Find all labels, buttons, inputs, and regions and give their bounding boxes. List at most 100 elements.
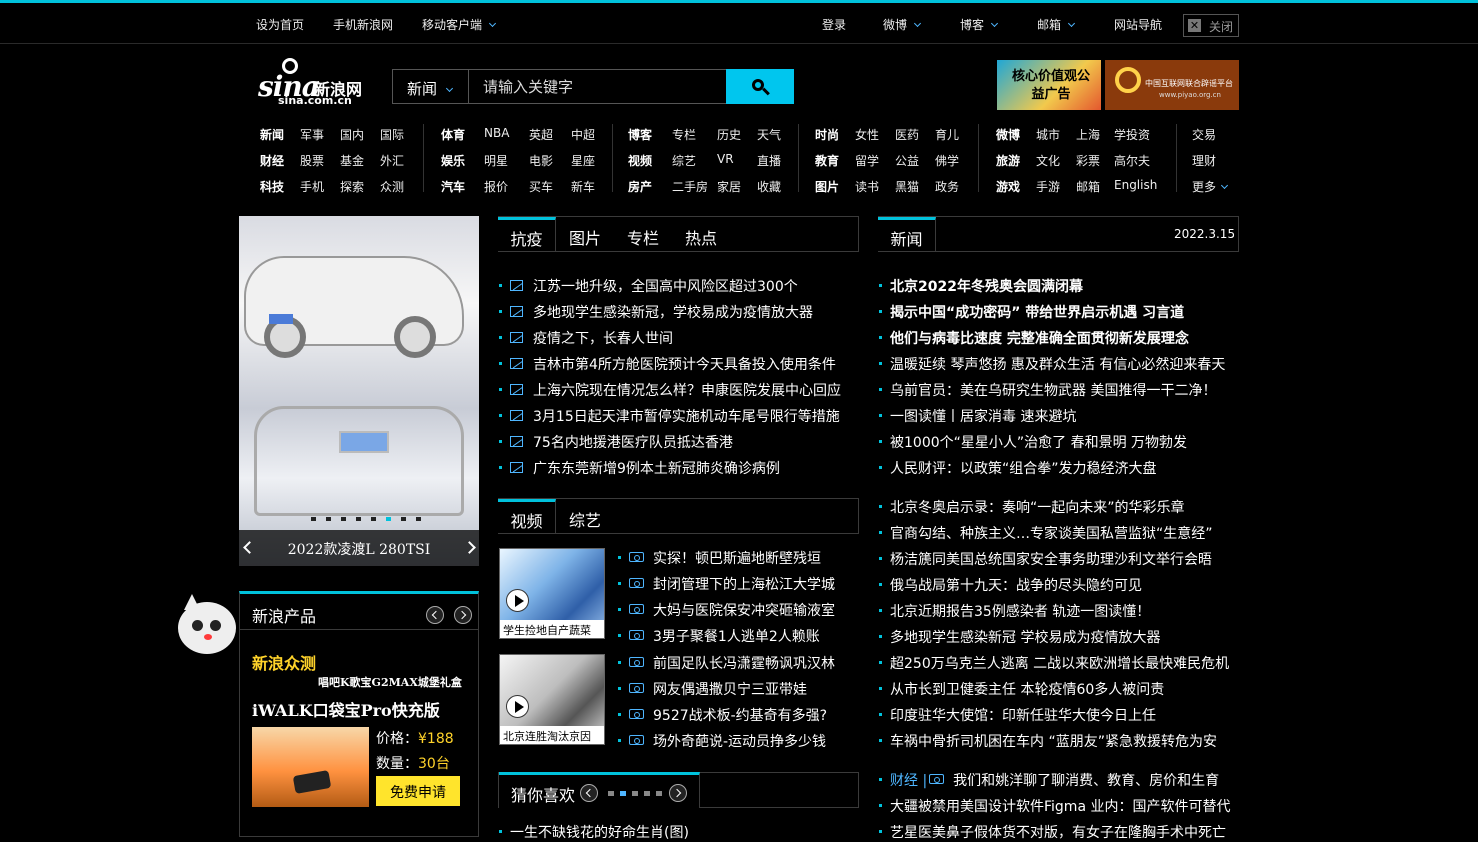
nav-link-4-0-0[interactable]: 微博 [996,126,1020,143]
nav-link-0-2-1[interactable]: 手机 [300,178,324,195]
product-image[interactable] [252,727,369,807]
nav-link-3-2-3[interactable]: 政务 [935,178,959,195]
nav-link-2-1-1[interactable]: 综艺 [672,152,696,169]
nav-link-2-0-0[interactable]: 博客 [628,126,652,143]
guess-dot[interactable] [656,791,662,796]
nav-link-1-0-2[interactable]: 英超 [529,126,553,143]
weibo-menu[interactable]: 微博 [883,16,922,33]
video-list-item[interactable]: 前国足队长冯潇霆畅讽巩汉林 [618,653,835,673]
nav-link-extra-2[interactable]: 更多 [1192,178,1229,195]
mail-menu[interactable]: 邮箱 [1037,16,1076,33]
news-item[interactable]: 从市长到卫健委主任 本轮疫情60多人被问责 [879,679,1164,699]
sina-logo[interactable]: sina 新浪网 sina.com.cn [258,58,370,108]
login-link[interactable]: 登录 [822,16,846,33]
nav-link-2-1-2[interactable]: VR [717,152,734,166]
nav-link-2-1-3[interactable]: 直播 [757,152,781,169]
mobile-client-menu[interactable]: 移动客户端 [422,16,497,33]
nav-link-3-2-2[interactable]: 黑猫 [895,178,919,195]
product-tag[interactable]: 唱吧K歌宝G2MAX城堡礼盒 [318,674,462,690]
video-list-item[interactable]: 实探！顿巴斯遍地断壁残垣 [618,548,821,568]
nav-link-4-2-2[interactable]: 邮箱 [1076,178,1100,195]
guess-dot[interactable] [620,791,626,796]
list-item[interactable]: 上海六院现在情况怎么样？申康医院发展中心回应 [499,380,841,400]
nav-link-3-1-2[interactable]: 公益 [895,152,919,169]
ad-banner-values[interactable]: 核心价值观公益广告 [997,60,1101,110]
nav-link-0-0-3[interactable]: 国际 [380,126,404,143]
news-item[interactable]: 一图读懂丨居家消毒 速来避坑 [879,406,1076,426]
news-item[interactable]: 揭示中国“成功密码” 带给世界启示机遇 习言道 [879,302,1184,322]
news-item[interactable]: 人民财评：以政策“组合拳”发力稳经济大盘 [879,458,1157,478]
nav-link-3-2-0[interactable]: 图片 [815,178,839,195]
nav-link-3-0-2[interactable]: 医药 [895,126,919,143]
list-item[interactable]: 疫情之下，长春人世间 [499,328,673,348]
news-item[interactable]: 他们与病毒比速度 完整准确全面贯彻新发展理念 [879,328,1189,348]
carousel-dot[interactable] [326,517,331,521]
site-nav-link[interactable]: 网站导航 [1114,16,1162,33]
carousel-dot[interactable] [311,517,316,521]
ad-banner-piyao[interactable]: 中国互联网联合辟谣平台 www.piyao.org.cn [1105,60,1239,110]
video-list-item[interactable]: 9527战术板-约基奇有多强? [618,705,827,725]
news-item[interactable]: 俄乌战局第十九天：战争的尽头隐约可见 [879,575,1142,595]
list-item[interactable]: 广东东莞新增9例本土新冠肺炎确诊病例 [499,458,780,478]
nav-link-4-0-1[interactable]: 城市 [1036,126,1060,143]
tab-hot[interactable]: 热点 [673,217,729,251]
prev-arrow-icon[interactable] [580,784,598,802]
nav-link-extra-0[interactable]: 交易 [1192,126,1216,143]
nav-link-4-2-0[interactable]: 游戏 [996,178,1020,195]
nav-link-1-1-2[interactable]: 电影 [529,152,553,169]
video-list-item[interactable]: 大妈与医院保安冲突砸输液室 [618,600,835,620]
finance-news-item[interactable]: 财经 | 我们和姚洋聊了聊消费、教育、房价和生育 [879,770,1219,790]
carousel-dot[interactable] [401,517,406,521]
nav-link-4-2-1[interactable]: 手游 [1036,178,1060,195]
nav-link-1-2-2[interactable]: 买车 [529,178,553,195]
news-item[interactable]: 温暖延续 琴声悠扬 惠及群众生活 有信心必然迎来春天 [879,354,1225,374]
product-name[interactable]: iWALK口袋宝Pro快充版 [252,697,440,721]
mobile-sina-link[interactable]: 手机新浪网 [333,16,393,33]
video-thumb-2[interactable]: 北京连胜淘汰京因 [499,654,605,745]
list-item[interactable]: 江苏一地升级，全国高中风险区超过300个 [499,276,798,296]
search-button[interactable] [726,69,794,104]
nav-link-0-1-0[interactable]: 财经 [260,152,284,169]
guess-dot[interactable] [644,791,650,796]
news-item[interactable]: 北京冬奥启示录：奏响“一起向未来”的华彩乐章 [879,497,1185,517]
nav-link-0-0-2[interactable]: 国内 [340,126,364,143]
guess-dot[interactable] [608,791,614,796]
nav-link-1-0-3[interactable]: 中超 [571,126,595,143]
finance-prefix[interactable]: 财经 | [890,773,927,789]
nav-link-4-1-2[interactable]: 彩票 [1076,152,1100,169]
news-item[interactable]: 大疆被禁用美国设计软件Figma 业内：国产软件可替代 [879,796,1230,816]
nav-link-1-0-1[interactable]: NBA [484,126,509,140]
nav-link-0-1-3[interactable]: 外汇 [380,152,404,169]
nav-link-1-2-0[interactable]: 汽车 [441,178,465,195]
set-homepage-link[interactable]: 设为首页 [256,16,304,33]
prev-arrow-icon[interactable] [426,606,444,624]
nav-link-3-0-3[interactable]: 育儿 [935,126,959,143]
nav-link-4-2-3[interactable]: English [1114,178,1157,192]
guess-dot[interactable] [632,791,638,796]
close-button[interactable]: ✕ 关闭 [1183,14,1239,37]
video-list-item[interactable]: 网友偶遇撒贝宁三亚带娃 [618,679,807,699]
nav-link-4-0-2[interactable]: 上海 [1076,126,1100,143]
nav-link-1-0-0[interactable]: 体育 [441,126,465,143]
tab-column[interactable]: 专栏 [615,217,671,251]
next-arrow-icon[interactable] [454,606,472,624]
nav-link-2-1-0[interactable]: 视频 [628,152,652,169]
news-item[interactable]: 北京2022年冬残奥会圆满闭幕 [879,276,1083,296]
news-item[interactable]: 乌前官员：美在乌研究生物武器 美国推得一干二净！ [879,380,1216,400]
nav-link-extra-1[interactable]: 理财 [1192,152,1216,169]
nav-link-4-0-3[interactable]: 学投资 [1114,126,1150,143]
nav-link-1-1-3[interactable]: 星座 [571,152,595,169]
nav-link-4-1-0[interactable]: 旅游 [996,152,1020,169]
nav-link-3-0-0[interactable]: 时尚 [815,126,839,143]
news-item[interactable]: 车祸中骨折司机困在车内 “蓝朋友”紧急救援转危为安 [879,731,1217,751]
tab-variety[interactable]: 综艺 [557,499,613,533]
nav-link-3-1-3[interactable]: 佛学 [935,152,959,169]
news-item[interactable]: 超250万乌克兰人逃离 二战以来欧洲增长最快难民危机 [879,653,1229,673]
nav-link-3-0-1[interactable]: 女性 [855,126,879,143]
nav-link-3-2-1[interactable]: 读书 [855,178,879,195]
list-item[interactable]: 吉林市第4所方舱医院预计今天具备投入使用条件 [499,354,836,374]
blog-menu[interactable]: 博客 [960,16,999,33]
nav-link-2-0-3[interactable]: 天气 [757,126,781,143]
list-item[interactable]: 75名内地援港医疗队员抵达香港 [499,432,733,452]
nav-link-2-2-2[interactable]: 家居 [717,178,741,195]
